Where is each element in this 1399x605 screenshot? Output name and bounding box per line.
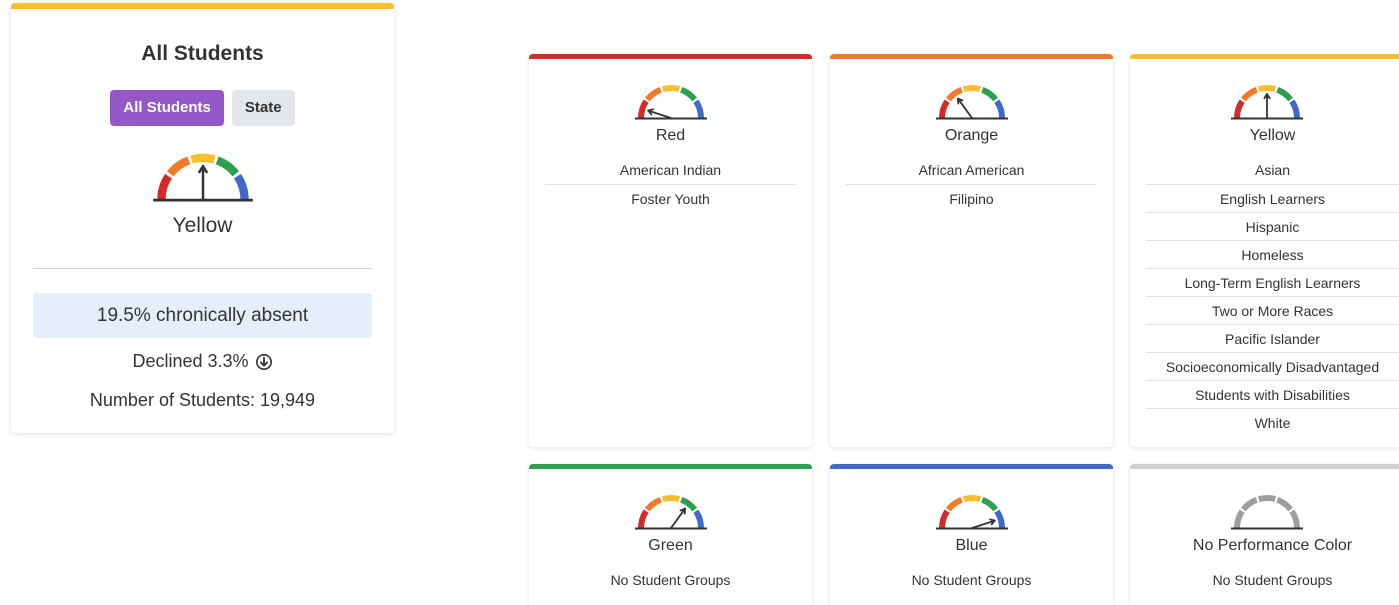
gauge-segment [1233, 509, 1245, 529]
gauge-segment [661, 85, 680, 93]
student-group-item: Pacific Islander [1146, 324, 1399, 352]
gauge-segment [644, 86, 662, 102]
student-group-item: Hispanic [1146, 212, 1399, 240]
gauge-segment [1288, 509, 1300, 529]
gauge-segment [993, 509, 1005, 529]
student-group-list: American Indian Foster Youth [545, 156, 796, 212]
gauge-needle [956, 97, 973, 119]
student-group-item: African American [918, 162, 1025, 178]
speedometer-gauge-icon [634, 495, 707, 530]
arrow-down-circle-icon [255, 353, 272, 370]
performance-color-label: Yellow [172, 214, 233, 237]
gauge-segment [1257, 495, 1276, 503]
gauge-segment [679, 86, 697, 102]
gauge-segment [166, 156, 191, 177]
gauge-segment [945, 496, 963, 512]
gauge-segment [1240, 496, 1258, 512]
gauge-segment [1288, 99, 1300, 119]
gauge-segment [1275, 496, 1293, 512]
gauge-segment [945, 86, 963, 102]
gauge-segment [962, 85, 981, 93]
divider [33, 268, 372, 269]
gauge-segment [157, 173, 173, 200]
gauge-segment [637, 99, 649, 119]
gauge-segment [938, 509, 950, 529]
gauge-segment [637, 509, 649, 529]
no-groups-text: No Student Groups [1212, 572, 1333, 588]
speedometer-gauge-icon [1230, 495, 1303, 530]
student-group-item: American Indian [619, 162, 722, 178]
gauge-segment [993, 99, 1005, 119]
gauge-segment [1275, 86, 1293, 102]
student-group-item: Students with Disabilities [1146, 380, 1399, 408]
change-text: Declined 3.3% [132, 351, 249, 371]
gauge-segment [962, 495, 981, 503]
gauge-segment [1257, 85, 1276, 93]
gauge-segment [938, 99, 950, 119]
number-of-students: Number of Students: 19,949 [89, 390, 316, 410]
comparison-toggle: All Students State [11, 90, 394, 126]
student-group-item: Foster Youth [545, 184, 796, 212]
no-groups-text: No Student Groups [610, 572, 731, 588]
speedometer-gauge-icon [935, 495, 1008, 530]
student-group-item: White [1146, 408, 1399, 436]
performance-color-label: No Performance Color [1192, 537, 1353, 554]
gauge-segment [980, 86, 998, 102]
blue-performance-card: Blue No Student Groups [830, 464, 1113, 605]
state-toggle-button[interactable]: State [231, 90, 295, 126]
performance-color-label: Blue [955, 537, 988, 554]
performance-color-label: Yellow [1249, 127, 1296, 144]
orange-performance-card: Orange African American Filipino [830, 54, 1113, 447]
student-group-item: Asian [1254, 162, 1291, 178]
speedometer-gauge-icon [634, 85, 707, 120]
performance-color-label: Green [648, 537, 693, 554]
gauge-segment [190, 153, 216, 164]
gauge-segment [233, 173, 249, 200]
student-group-item: Two or More Races [1146, 296, 1399, 324]
gauge-needle [669, 507, 686, 529]
performance-color-label: Red [655, 127, 686, 144]
all-students-summary-card: All Students All Students State Yellow 1… [11, 3, 394, 433]
speedometer-gauge-icon [153, 153, 253, 202]
performance-color-label: Orange [944, 127, 999, 144]
gauge-segment [1240, 86, 1258, 102]
all-students-toggle-button[interactable]: All Students [110, 90, 224, 126]
gauge-segment [661, 495, 680, 503]
gauge-segment [679, 496, 697, 512]
student-group-item: Filipino [846, 184, 1097, 212]
green-performance-card: Green No Student Groups [529, 464, 812, 605]
student-group-list: Asian English Learners Hispanic Homeless Lon… [1146, 156, 1399, 436]
gauge-segment [980, 496, 998, 512]
gauge-segment [692, 509, 704, 529]
change-indicator: Declined 3.3% [11, 351, 394, 372]
no-performance-color-card: No Performance Color No Student Groups [1130, 464, 1399, 605]
summary-title: All Students [141, 42, 264, 65]
gauge-segment [644, 496, 662, 512]
student-group-item: English Learners [1146, 184, 1399, 212]
yellow-performance-card: Yellow Asian English Learners Hispanic Home… [1130, 54, 1399, 447]
no-groups-text: No Student Groups [911, 572, 1032, 588]
student-group-item: Socioeconomically Disadvantaged [1146, 352, 1399, 380]
gauge-segment [1233, 99, 1245, 119]
speedometer-gauge-icon [1230, 85, 1303, 120]
red-performance-card: Red American Indian Foster Youth [529, 54, 812, 447]
speedometer-gauge-icon [935, 85, 1008, 120]
student-group-item: Long-Term English Learners [1146, 268, 1399, 296]
student-group-item: Homeless [1146, 240, 1399, 268]
gauge-segment [692, 99, 704, 119]
student-group-list: African American Filipino [846, 156, 1097, 212]
chronic-absence-rate: 19.5% chronically absent [33, 293, 372, 338]
gauge-segment [215, 156, 240, 177]
